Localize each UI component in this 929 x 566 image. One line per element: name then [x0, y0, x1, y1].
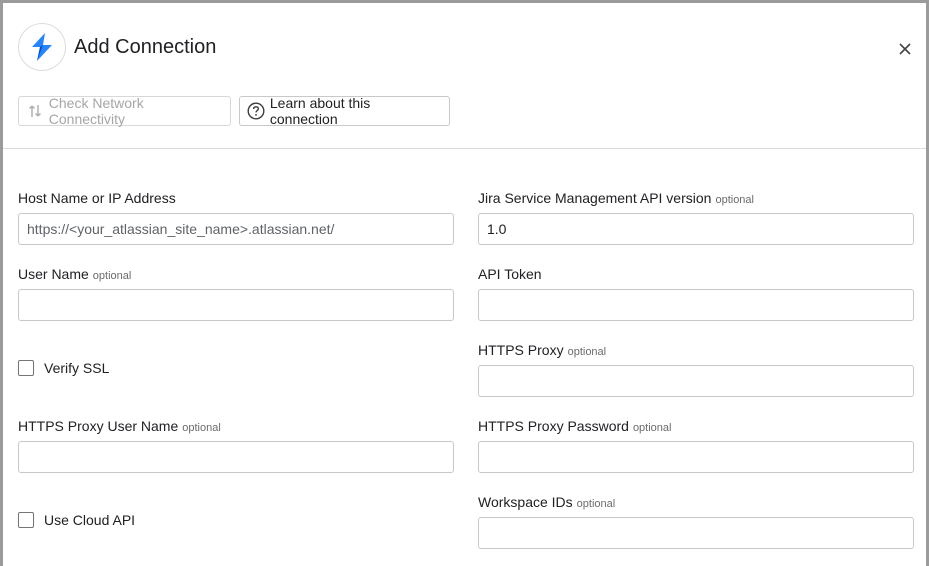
optional-tag: optional [632, 422, 672, 434]
learn-label: Learn about this connection [269, 95, 371, 127]
proxy-user-input[interactable] [18, 441, 454, 473]
verify-ssl-checkbox[interactable]: Verify SSL [18, 360, 109, 376]
optional-tag: optional [182, 422, 221, 434]
workspace-ids-input[interactable] [478, 517, 914, 549]
jira-service-management-logo [18, 23, 66, 71]
network-swap-icon [25, 101, 45, 121]
optional-tag: optional [567, 346, 607, 358]
verify-ssl-label: Verify SSL [44, 360, 110, 376]
check-network-label: Check Network Connectivity [48, 95, 144, 127]
dialog-title: Add Connection [74, 36, 217, 58]
optional-tag: optional [92, 270, 132, 282]
proxy-password-label: HTTPS Proxy Password optional [478, 418, 672, 434]
close-icon[interactable] [893, 37, 917, 61]
https-proxy-input[interactable] [478, 365, 914, 397]
api-version-label: Jira Service Management API version optio… [478, 190, 754, 206]
proxy-user-label: HTTPS Proxy User Name optional [18, 418, 221, 434]
host-input[interactable] [18, 213, 454, 245]
workspace-ids-label: Workspace IDs optional [478, 494, 616, 510]
checkbox-box[interactable] [18, 512, 34, 528]
host-label: Host Name or IP Address [18, 190, 176, 206]
api-version-input[interactable] [478, 213, 914, 245]
dialog-header: Add Connection Check Network Connectivit… [3, 3, 926, 149]
proxy-password-input[interactable] [478, 441, 914, 473]
user-name-label: User Name optional [18, 266, 132, 282]
help-circle-icon [246, 101, 266, 121]
use-cloud-api-checkbox[interactable]: Use Cloud API [18, 512, 135, 528]
api-token-label: API Token [478, 266, 542, 282]
optional-tag: optional [576, 498, 616, 510]
use-cloud-api-label: Use Cloud API [44, 512, 136, 528]
optional-tag: optional [715, 194, 754, 206]
https-proxy-label: HTTPS Proxy optional [478, 342, 607, 358]
checkbox-box[interactable] [18, 360, 34, 376]
add-connection-dialog: Add Connection Check Network Connectivit… [3, 3, 926, 566]
learn-about-connection-button[interactable]: Learn about this connection [239, 95, 450, 127]
check-network-connectivity-button[interactable]: Check Network Connectivity [18, 95, 231, 127]
api-token-input[interactable] [478, 289, 914, 321]
user-name-input[interactable] [18, 289, 454, 321]
